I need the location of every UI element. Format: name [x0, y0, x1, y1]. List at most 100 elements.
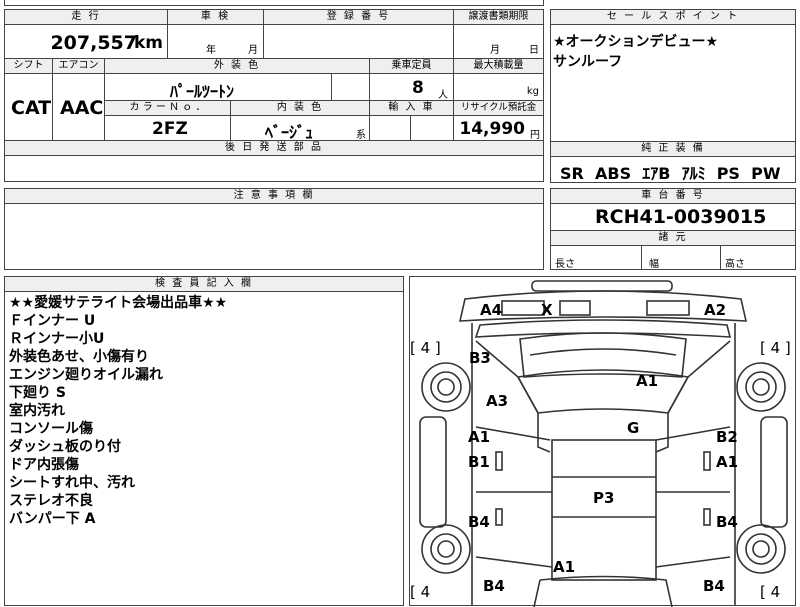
capacity-header: 乗車定員 [369, 58, 454, 74]
equipment-cell: SR ABS ｴｱB ｱﾙﾐ PS PW [550, 156, 796, 183]
color-no-header: カ ラ ー Ｎ ｏ ． [104, 100, 231, 116]
max-load-unit: kg [526, 86, 539, 97]
mark-a2-front: A2 [704, 301, 727, 319]
recycle-fee-cell: 14,990 円 [453, 115, 544, 141]
note-line: コンソール傷 [9, 421, 93, 437]
note-line: ドア内張傷 [9, 457, 79, 473]
capacity-value: 8 [412, 78, 424, 98]
capacity-cell: 8 人 [369, 73, 454, 101]
aircon-cell: AAC [52, 73, 105, 141]
transfer-deadline-cell: 月 日 [453, 24, 544, 59]
aircon-value: AAC [60, 97, 104, 119]
mark-a1-hood: A1 [636, 372, 659, 390]
color-no-value: 2FZ [152, 119, 188, 139]
mileage-unit: km [133, 33, 163, 53]
height-label: 高さ [725, 259, 745, 270]
length-label: 長さ [555, 259, 575, 270]
mark-b4-rear-right: B4 [703, 577, 725, 595]
interior-color-suffix: 系 [356, 130, 366, 141]
import-car-header: 輸 入 車 [369, 100, 454, 116]
mark-b4-rear-left: B4 [483, 577, 505, 595]
import-car-cell-b [410, 115, 454, 141]
mark-b3: B3 [469, 349, 491, 367]
note-line: ★★愛媛サテライト会場出品車★★ [9, 295, 228, 311]
mileage-value: 207,557 [50, 32, 137, 54]
sales-point-cell: ★オークションデビュー★ サンルーフ [550, 24, 796, 142]
tire-tread-rear-left: [ 4 [410, 583, 431, 601]
max-load-header: 最大積載量 [453, 58, 544, 74]
transfer-deadline-header: 譲渡書類期限 [453, 9, 544, 25]
mileage-header: 走 行 [4, 9, 168, 25]
exterior-color-extra-cell [331, 73, 370, 101]
mark-b1-left: B1 [468, 453, 490, 471]
mark-a1-rear: A1 [553, 558, 576, 576]
inspection-header: 車 検 [167, 9, 264, 25]
equipment-value: SR ABS ｴｱB ｱﾙﾐ PS PW [560, 164, 781, 183]
note-line: バンパー下 A [9, 511, 96, 527]
note-line: エンジン廻りオイル漏れ [9, 367, 163, 383]
import-car-cell-a [369, 115, 411, 141]
chassis-no-header: 車 台 番 号 [550, 188, 796, 204]
width-label: 幅 [649, 259, 659, 270]
aircon-header: エアコン [52, 58, 105, 74]
transfer-day-unit: 日 [529, 45, 539, 56]
tire-tread-rear-right: [ 4 [760, 583, 781, 601]
inspection-cell: 年 月 [167, 24, 264, 59]
inspector-notes-cell: ★★愛媛サテライト会場出品車★★ Ｆインナー U Ｒインナー小U 外装色あせ、小… [4, 291, 404, 606]
recycle-fee-header: リサイクル預託金 [453, 100, 544, 116]
mark-a1-left: A1 [468, 428, 491, 446]
shift-value: CAT [11, 97, 52, 119]
mark-a1-right: A1 [716, 453, 739, 471]
mark-a3: A3 [486, 392, 509, 410]
registration-header: 登 録 番 号 [263, 9, 454, 25]
registration-cell [263, 24, 454, 59]
interior-color-header: 内 装 色 [230, 100, 370, 116]
transfer-month-unit: 月 [490, 45, 500, 56]
note-line: Ｒインナー小U [9, 331, 105, 347]
mark-b2-right: B2 [716, 428, 738, 446]
note-line: シートすれ中、汚れ [9, 475, 135, 491]
tire-tread-front-right: [ 4 ] [760, 339, 791, 357]
sales-point-2: サンルーフ [553, 54, 623, 70]
deferred-parts-cell [4, 155, 544, 182]
vehicle-diagram: [ 4 ] [ 4 ] [ 4 [ 4 A4 X A2 B3 A1 A3 G A… [409, 276, 796, 607]
sales-point-1: ★オークションデビュー★ [553, 34, 719, 50]
note-line: Ｆインナー U [9, 313, 96, 329]
inspection-year-unit: 年 [206, 45, 216, 56]
color-no-cell: 2FZ [104, 115, 231, 141]
recycle-fee-value: 14,990 [459, 119, 525, 139]
top-cut-row [4, 0, 544, 6]
note-line: 室内汚れ [9, 403, 65, 419]
mark-g: G [627, 419, 640, 437]
equipment-header: 純 正 装 備 [550, 141, 796, 157]
height-cell: 高さ [720, 245, 796, 270]
mark-x-front: X [541, 301, 553, 319]
inspector-notes-header: 検 査 員 記 入 欄 [4, 276, 404, 292]
note-line: ステレオ不良 [9, 493, 93, 509]
note-line: 外装色あせ、小傷有り [9, 349, 149, 365]
chassis-no-value: RCH41-0039015 [595, 206, 767, 228]
cautions-cell [4, 203, 544, 270]
mark-p3: P3 [593, 489, 615, 507]
width-cell: 幅 [641, 245, 721, 270]
chassis-no-cell: RCH41-0039015 [550, 203, 796, 231]
mark-b4-left: B4 [468, 513, 490, 531]
capacity-unit: 人 [438, 90, 448, 101]
mark-b4-right: B4 [716, 513, 738, 531]
note-line: 下廻り S [9, 385, 66, 401]
interior-color-cell: ﾍﾞｰｼﾞｭ 系 [230, 115, 370, 142]
exterior-color-cell: ﾊﾟｰﾙﾂｰﾄﾝ [104, 73, 332, 101]
exterior-color-header: 外 装 色 [104, 58, 370, 74]
length-cell: 長さ [550, 245, 642, 270]
shift-cell: CAT [4, 73, 53, 141]
exterior-color-value: ﾊﾟｰﾙﾂｰﾄﾝ [170, 82, 235, 101]
sales-point-header: セ ー ル ス ポ イ ン ト [550, 9, 796, 25]
deferred-parts-header: 後 日 発 送 部 品 [4, 140, 544, 156]
dimensions-header: 諸 元 [550, 230, 796, 246]
tire-tread-front-left: [ 4 ] [410, 339, 441, 357]
note-line: ダッシュ板のり付 [9, 439, 121, 455]
cautions-header: 注 意 事 項 欄 [4, 188, 544, 204]
max-load-cell: kg [453, 73, 544, 101]
shift-header: シフト [4, 58, 53, 74]
mark-a4-front: A4 [480, 301, 503, 319]
